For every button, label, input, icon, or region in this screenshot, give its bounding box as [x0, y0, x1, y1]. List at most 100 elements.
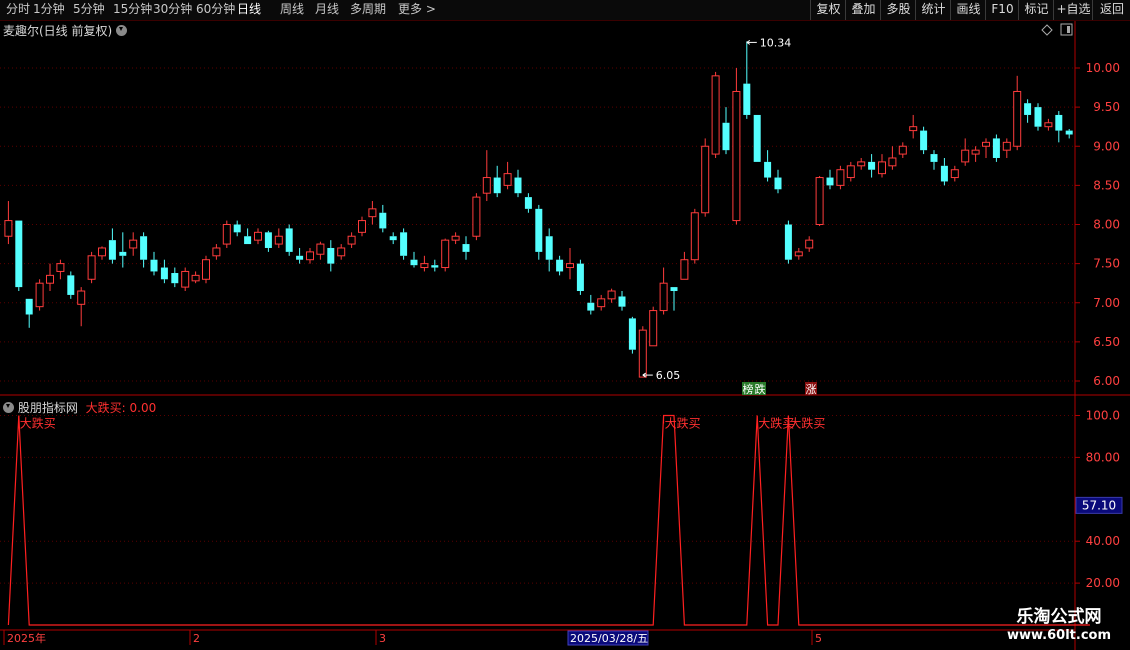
candle-body [77, 290, 86, 305]
candle [327, 240, 335, 272]
toolbar-action-button[interactable]: F10 [985, 0, 1019, 20]
candle [108, 228, 116, 264]
candle [774, 169, 782, 194]
candle [431, 259, 439, 272]
candle-body [774, 177, 782, 190]
candle [233, 220, 241, 237]
candle-body [638, 329, 647, 378]
candle-body [868, 161, 876, 170]
period-tab[interactable]: 周线 [280, 0, 304, 20]
candle [930, 150, 938, 170]
panel-toggle-icon[interactable] [1060, 23, 1073, 36]
period-tab[interactable]: 15分钟 [113, 0, 152, 20]
candle-body [285, 228, 293, 252]
candle-body [347, 235, 356, 245]
candle [67, 271, 75, 299]
candle [191, 271, 200, 284]
period-tab[interactable]: 月线 [315, 0, 339, 20]
candle-body [1065, 130, 1073, 135]
toolbar-action-button[interactable]: 多股 [880, 0, 916, 20]
candle-body [815, 177, 824, 226]
period-tab[interactable]: 更多 > [398, 0, 436, 20]
candle [379, 204, 387, 233]
candle [368, 201, 377, 225]
candle-body [410, 259, 418, 266]
toolbar-action-button[interactable]: 返回 [1092, 0, 1130, 20]
candle [722, 107, 730, 155]
candle [140, 232, 148, 268]
candle-body [244, 236, 252, 245]
candle-body [794, 251, 803, 257]
signal-label: 大跌买 [665, 416, 701, 431]
watermark: 乐淘公式网 www.60lt.com [994, 606, 1124, 644]
candle-body [846, 165, 855, 179]
candle [597, 294, 606, 311]
candle-body [4, 220, 13, 237]
candle-body [701, 145, 710, 214]
candle [524, 193, 532, 213]
high-marker-arrow [746, 39, 751, 45]
period-tab[interactable]: 分时 [6, 0, 30, 20]
candle [535, 204, 543, 260]
candle [618, 291, 626, 311]
candle-body [659, 282, 668, 312]
candle-body [400, 232, 408, 256]
toolbar-action-button[interactable]: +自选 [1053, 0, 1093, 20]
candle [35, 279, 44, 311]
candle-body [743, 83, 751, 115]
period-tab[interactable]: 60分钟 [196, 0, 235, 20]
candle-body [805, 239, 814, 249]
candle [410, 251, 418, 268]
candle-body [337, 247, 346, 257]
candle-body [327, 247, 335, 264]
event-tag-label: 榜 [743, 382, 754, 396]
candle [961, 138, 970, 166]
candle-body [982, 141, 990, 147]
candle-body [597, 298, 606, 308]
candle-body [150, 259, 158, 272]
period-tab[interactable]: 多周期 [350, 0, 386, 20]
event-tag-label: 跌 [755, 382, 766, 396]
indicator-dropdown-icon[interactable] [3, 402, 14, 413]
signal-label: 大跌买 [20, 416, 56, 431]
period-tab[interactable]: 1分钟 [33, 0, 65, 20]
signal-label: 大跌买 [758, 416, 794, 431]
price-tick-label: 9.00 [1093, 139, 1120, 153]
candle-body [451, 235, 460, 241]
period-tab[interactable]: 日线 [237, 0, 261, 20]
candle [950, 165, 959, 182]
toolbar-action-button[interactable]: 叠加 [845, 0, 881, 20]
candle-body [56, 263, 65, 272]
candle [337, 244, 346, 260]
candle-body [690, 212, 699, 261]
candle-body [556, 259, 564, 272]
candle-body [524, 197, 532, 209]
candle [160, 259, 168, 284]
candle [285, 224, 293, 256]
toolbar-action-button[interactable]: 复权 [810, 0, 846, 20]
candle-body [140, 236, 148, 260]
candle [878, 154, 886, 178]
candle [171, 267, 179, 288]
diamond-icon[interactable] [1041, 24, 1053, 36]
candle-body [888, 157, 897, 167]
toolbar-action-button[interactable]: 标记 [1018, 0, 1054, 20]
candle [119, 232, 127, 268]
indicator-title-row: 股朋指标网 大跌买: 0.00 [3, 399, 156, 416]
candle-body [202, 259, 210, 280]
candle [836, 165, 845, 190]
candle [1002, 138, 1011, 158]
period-tab[interactable]: 30分钟 [153, 0, 192, 20]
candle-body [389, 236, 397, 241]
candle [920, 126, 928, 155]
toolbar-action-button[interactable]: 统计 [915, 0, 951, 20]
candle-body [441, 239, 450, 269]
time-axis-label: 2025年 [7, 631, 46, 645]
price-tick-label: 7.50 [1093, 257, 1120, 271]
dropdown-icon[interactable] [116, 25, 128, 36]
period-tab[interactable]: 5分钟 [73, 0, 105, 20]
candle-body [587, 302, 595, 311]
candle-body [514, 177, 522, 194]
toolbar-action-button[interactable]: 画线 [950, 0, 986, 20]
candle-body [618, 296, 626, 307]
